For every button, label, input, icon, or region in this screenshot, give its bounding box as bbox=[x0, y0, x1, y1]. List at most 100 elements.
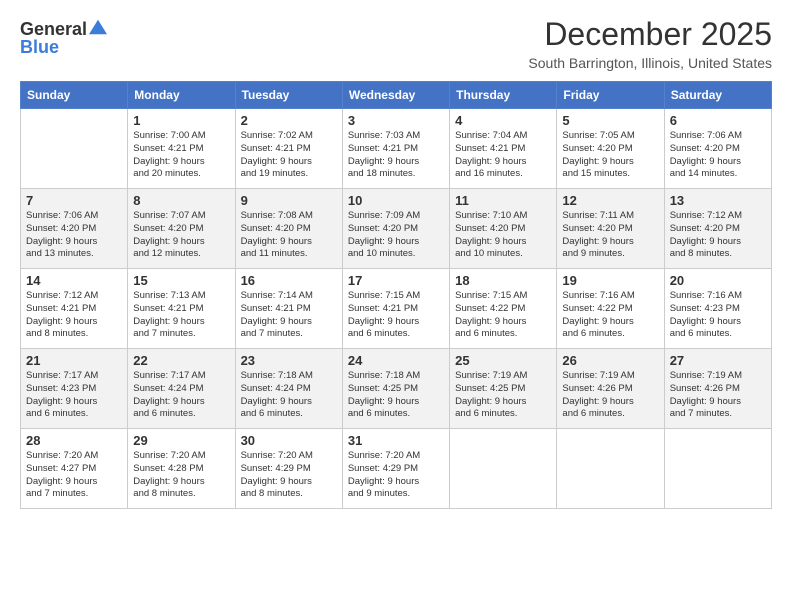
logo: General Blue bbox=[20, 20, 107, 56]
calendar-cell: 2 Sunrise: 7:02 AMSunset: 4:21 PMDaylight… bbox=[235, 109, 342, 189]
day-number: 26 bbox=[562, 353, 658, 368]
cell-info: Sunrise: 7:06 AMSunset: 4:20 PMDaylight:… bbox=[670, 130, 766, 181]
cell-info: Sunrise: 7:19 AMSunset: 4:26 PMDaylight:… bbox=[670, 370, 766, 421]
cell-info: Sunrise: 7:03 AMSunset: 4:21 PMDaylight:… bbox=[348, 130, 444, 181]
calendar-cell: 11Sunrise: 7:10 AMSunset: 4:20 PMDayligh… bbox=[450, 189, 557, 269]
day-number: 1 bbox=[133, 113, 229, 128]
day-number: 9 bbox=[241, 193, 337, 208]
day-number: 15 bbox=[133, 273, 229, 288]
calendar-cell: 8 Sunrise: 7:07 AMSunset: 4:20 PMDaylight… bbox=[128, 189, 235, 269]
cell-info: Sunrise: 7:17 AMSunset: 4:24 PMDaylight:… bbox=[133, 370, 229, 421]
calendar-cell: 20 Sunrise: 7:16 AMSunset: 4:23 PMDayligh… bbox=[664, 269, 771, 349]
cell-info: Sunrise: 7:18 AMSunset: 4:25 PMDaylight:… bbox=[348, 370, 444, 421]
calendar-header-row: SundayMondayTuesdayWednesdayThursdayFrid… bbox=[21, 82, 772, 109]
day-number: 13 bbox=[670, 193, 766, 208]
col-header-friday: Friday bbox=[557, 82, 664, 109]
calendar-cell: 25 Sunrise: 7:19 AMSunset: 4:25 PMDayligh… bbox=[450, 349, 557, 429]
calendar-cell: 17 Sunrise: 7:15 AMSunset: 4:21 PMDayligh… bbox=[342, 269, 449, 349]
calendar-cell: 12 Sunrise: 7:11 AMSunset: 4:20 PMDayligh… bbox=[557, 189, 664, 269]
cell-info: Sunrise: 7:07 AMSunset: 4:20 PMDaylight:… bbox=[133, 210, 229, 261]
cell-info: Sunrise: 7:14 AMSunset: 4:21 PMDaylight:… bbox=[241, 290, 337, 341]
cell-info: Sunrise: 7:05 AMSunset: 4:20 PMDaylight:… bbox=[562, 130, 658, 181]
cell-info: Sunrise: 7:10 AMSunset: 4:20 PMDaylight:… bbox=[455, 210, 551, 261]
cell-info: Sunrise: 7:06 AMSunset: 4:20 PMDaylight:… bbox=[26, 210, 122, 261]
cell-info: Sunrise: 7:11 AMSunset: 4:20 PMDaylight:… bbox=[562, 210, 658, 261]
col-header-sunday: Sunday bbox=[21, 82, 128, 109]
calendar-cell: 23 Sunrise: 7:18 AMSunset: 4:24 PMDayligh… bbox=[235, 349, 342, 429]
calendar-cell: 10 Sunrise: 7:09 AMSunset: 4:20 PMDayligh… bbox=[342, 189, 449, 269]
day-number: 16 bbox=[241, 273, 337, 288]
calendar-cell: 21Sunrise: 7:17 AMSunset: 4:23 PMDayligh… bbox=[21, 349, 128, 429]
calendar-table: SundayMondayTuesdayWednesdayThursdayFrid… bbox=[20, 81, 772, 509]
calendar-cell: 6 Sunrise: 7:06 AMSunset: 4:20 PMDaylight… bbox=[664, 109, 771, 189]
calendar-cell: 7 Sunrise: 7:06 AMSunset: 4:20 PMDaylight… bbox=[21, 189, 128, 269]
col-header-wednesday: Wednesday bbox=[342, 82, 449, 109]
cell-info: Sunrise: 7:20 AMSunset: 4:29 PMDaylight:… bbox=[241, 450, 337, 501]
cell-info: Sunrise: 7:18 AMSunset: 4:24 PMDaylight:… bbox=[241, 370, 337, 421]
day-number: 28 bbox=[26, 433, 122, 448]
calendar-cell bbox=[664, 429, 771, 509]
month-title: December 2025 bbox=[528, 16, 772, 53]
calendar-cell: 9 Sunrise: 7:08 AMSunset: 4:20 PMDaylight… bbox=[235, 189, 342, 269]
week-row-4: 21Sunrise: 7:17 AMSunset: 4:23 PMDayligh… bbox=[21, 349, 772, 429]
cell-info: Sunrise: 7:17 AMSunset: 4:23 PMDaylight:… bbox=[26, 370, 122, 421]
calendar-cell: 16 Sunrise: 7:14 AMSunset: 4:21 PMDayligh… bbox=[235, 269, 342, 349]
cell-info: Sunrise: 7:15 AMSunset: 4:22 PMDaylight:… bbox=[455, 290, 551, 341]
cell-info: Sunrise: 7:19 AMSunset: 4:25 PMDaylight:… bbox=[455, 370, 551, 421]
day-number: 10 bbox=[348, 193, 444, 208]
day-number: 22 bbox=[133, 353, 229, 368]
calendar-cell: 22 Sunrise: 7:17 AMSunset: 4:24 PMDayligh… bbox=[128, 349, 235, 429]
day-number: 2 bbox=[241, 113, 337, 128]
day-number: 8 bbox=[133, 193, 229, 208]
day-number: 12 bbox=[562, 193, 658, 208]
header: General Blue December 2025 South Barring… bbox=[20, 16, 772, 71]
day-number: 27 bbox=[670, 353, 766, 368]
calendar-cell: 4Sunrise: 7:04 AMSunset: 4:21 PMDaylight… bbox=[450, 109, 557, 189]
cell-info: Sunrise: 7:15 AMSunset: 4:21 PMDaylight:… bbox=[348, 290, 444, 341]
day-number: 19 bbox=[562, 273, 658, 288]
day-number: 17 bbox=[348, 273, 444, 288]
col-header-saturday: Saturday bbox=[664, 82, 771, 109]
week-row-5: 28 Sunrise: 7:20 AMSunset: 4:27 PMDayligh… bbox=[21, 429, 772, 509]
cell-info: Sunrise: 7:04 AMSunset: 4:21 PMDaylight:… bbox=[455, 130, 551, 181]
cell-info: Sunrise: 7:19 AMSunset: 4:26 PMDaylight:… bbox=[562, 370, 658, 421]
day-number: 23 bbox=[241, 353, 337, 368]
day-number: 30 bbox=[241, 433, 337, 448]
location-title: South Barrington, Illinois, United State… bbox=[528, 55, 772, 71]
calendar-cell: 5 Sunrise: 7:05 AMSunset: 4:20 PMDaylight… bbox=[557, 109, 664, 189]
cell-info: Sunrise: 7:12 AMSunset: 4:21 PMDaylight:… bbox=[26, 290, 122, 341]
day-number: 24 bbox=[348, 353, 444, 368]
calendar-cell: 1 Sunrise: 7:00 AMSunset: 4:21 PMDaylight… bbox=[128, 109, 235, 189]
calendar-cell: 30 Sunrise: 7:20 AMSunset: 4:29 PMDayligh… bbox=[235, 429, 342, 509]
calendar-cell: 19Sunrise: 7:16 AMSunset: 4:22 PMDayligh… bbox=[557, 269, 664, 349]
cell-info: Sunrise: 7:20 AMSunset: 4:27 PMDaylight:… bbox=[26, 450, 122, 501]
cell-info: Sunrise: 7:16 AMSunset: 4:23 PMDaylight:… bbox=[670, 290, 766, 341]
cell-info: Sunrise: 7:09 AMSunset: 4:20 PMDaylight:… bbox=[348, 210, 444, 261]
calendar-cell bbox=[21, 109, 128, 189]
day-number: 31 bbox=[348, 433, 444, 448]
calendar-cell: 28 Sunrise: 7:20 AMSunset: 4:27 PMDayligh… bbox=[21, 429, 128, 509]
calendar-cell bbox=[450, 429, 557, 509]
calendar-cell: 15Sunrise: 7:13 AMSunset: 4:21 PMDayligh… bbox=[128, 269, 235, 349]
cell-info: Sunrise: 7:02 AMSunset: 4:21 PMDaylight:… bbox=[241, 130, 337, 181]
logo-general-text: General bbox=[20, 20, 87, 38]
cell-info: Sunrise: 7:00 AMSunset: 4:21 PMDaylight:… bbox=[133, 130, 229, 181]
day-number: 18 bbox=[455, 273, 551, 288]
day-number: 6 bbox=[670, 113, 766, 128]
logo-blue-text: Blue bbox=[20, 38, 59, 56]
week-row-2: 7 Sunrise: 7:06 AMSunset: 4:20 PMDaylight… bbox=[21, 189, 772, 269]
cell-info: Sunrise: 7:20 AMSunset: 4:29 PMDaylight:… bbox=[348, 450, 444, 501]
day-number: 20 bbox=[670, 273, 766, 288]
col-header-tuesday: Tuesday bbox=[235, 82, 342, 109]
day-number: 25 bbox=[455, 353, 551, 368]
title-area: December 2025 South Barrington, Illinois… bbox=[528, 16, 772, 71]
day-number: 3 bbox=[348, 113, 444, 128]
cell-info: Sunrise: 7:08 AMSunset: 4:20 PMDaylight:… bbox=[241, 210, 337, 261]
calendar-cell: 26 Sunrise: 7:19 AMSunset: 4:26 PMDayligh… bbox=[557, 349, 664, 429]
day-number: 7 bbox=[26, 193, 122, 208]
cell-info: Sunrise: 7:20 AMSunset: 4:28 PMDaylight:… bbox=[133, 450, 229, 501]
calendar-cell: 18 Sunrise: 7:15 AMSunset: 4:22 PMDayligh… bbox=[450, 269, 557, 349]
calendar-cell: 3 Sunrise: 7:03 AMSunset: 4:21 PMDaylight… bbox=[342, 109, 449, 189]
day-number: 29 bbox=[133, 433, 229, 448]
day-number: 5 bbox=[562, 113, 658, 128]
